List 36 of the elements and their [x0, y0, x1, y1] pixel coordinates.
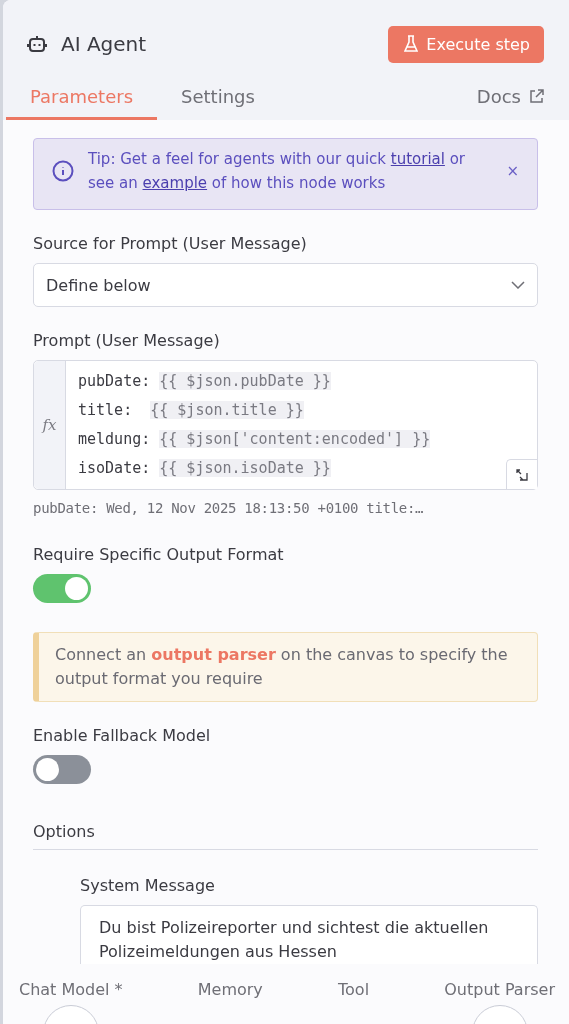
- tip-link[interactable]: example: [142, 174, 208, 192]
- connector-label: Chat Model *: [19, 980, 123, 999]
- code-line: isoDate: {{ $json.isoDate }}: [78, 458, 332, 479]
- field-label: Require Specific Output Format: [33, 545, 285, 564]
- expand-button[interactable]: [506, 459, 537, 489]
- toggle-switch[interactable]: [33, 755, 91, 784]
- connector-label: Tool: [338, 980, 370, 999]
- node-title: AI Agent: [61, 32, 147, 56]
- code-line: meldung: {{ $json['content:encoded'] }}: [78, 429, 431, 450]
- system-message-field[interactable]: Du bist Polizeireporter und sichtest die aktuellen Polizeimeldungen aus Hessen: [80, 905, 538, 964]
- toggle-switch[interactable]: [33, 574, 91, 603]
- options-heading: Options: [33, 822, 538, 850]
- field-label: Prompt (User Message): [33, 331, 221, 350]
- external-link-icon: [529, 89, 544, 104]
- tip-link[interactable]: tutorial: [390, 150, 445, 168]
- fx-label: fx: [42, 416, 57, 434]
- prompt-editor[interactable]: fx pubDate: {{ $json.pubDate }} title: {{ $json.title }} meldung: {{ $json['content:encoded'] }} isoDate: {{ $json.isoDate }}: [33, 360, 538, 490]
- code-line: pubDate: {{ $json.pubDate }}: [78, 371, 332, 392]
- robot-icon: [27, 35, 47, 53]
- result-preview: pubDate: Wed, 12 Nov 2025 18:13:50 +0100 title:…: [33, 500, 425, 516]
- chevron-down-icon: [511, 281, 525, 289]
- flask-icon: [404, 35, 419, 53]
- connector-label: Memory: [197, 980, 263, 999]
- source-select[interactable]: Define below: [33, 263, 538, 307]
- tab[interactable]: Settings: [157, 86, 279, 120]
- field-label: System Message: [80, 876, 216, 895]
- field-label: Source for Prompt (User Message): [33, 234, 308, 253]
- info-icon: [52, 160, 74, 182]
- close-button[interactable]: ×: [506, 159, 519, 183]
- connector-label: Output Parser: [444, 980, 555, 999]
- expand-icon: [516, 468, 528, 481]
- tip-text: Tip: Get a feel for agents with our quick tutorial or see an example of how this node works: [88, 149, 467, 194]
- docs-link[interactable]: Docs: [476, 86, 521, 107]
- code-line: title: {{ $json.title }}: [78, 400, 305, 421]
- field-label: Enable Fallback Model: [33, 726, 212, 745]
- notice-text: Connect an output parser on the canvas to specify the output format you require: [33, 632, 538, 702]
